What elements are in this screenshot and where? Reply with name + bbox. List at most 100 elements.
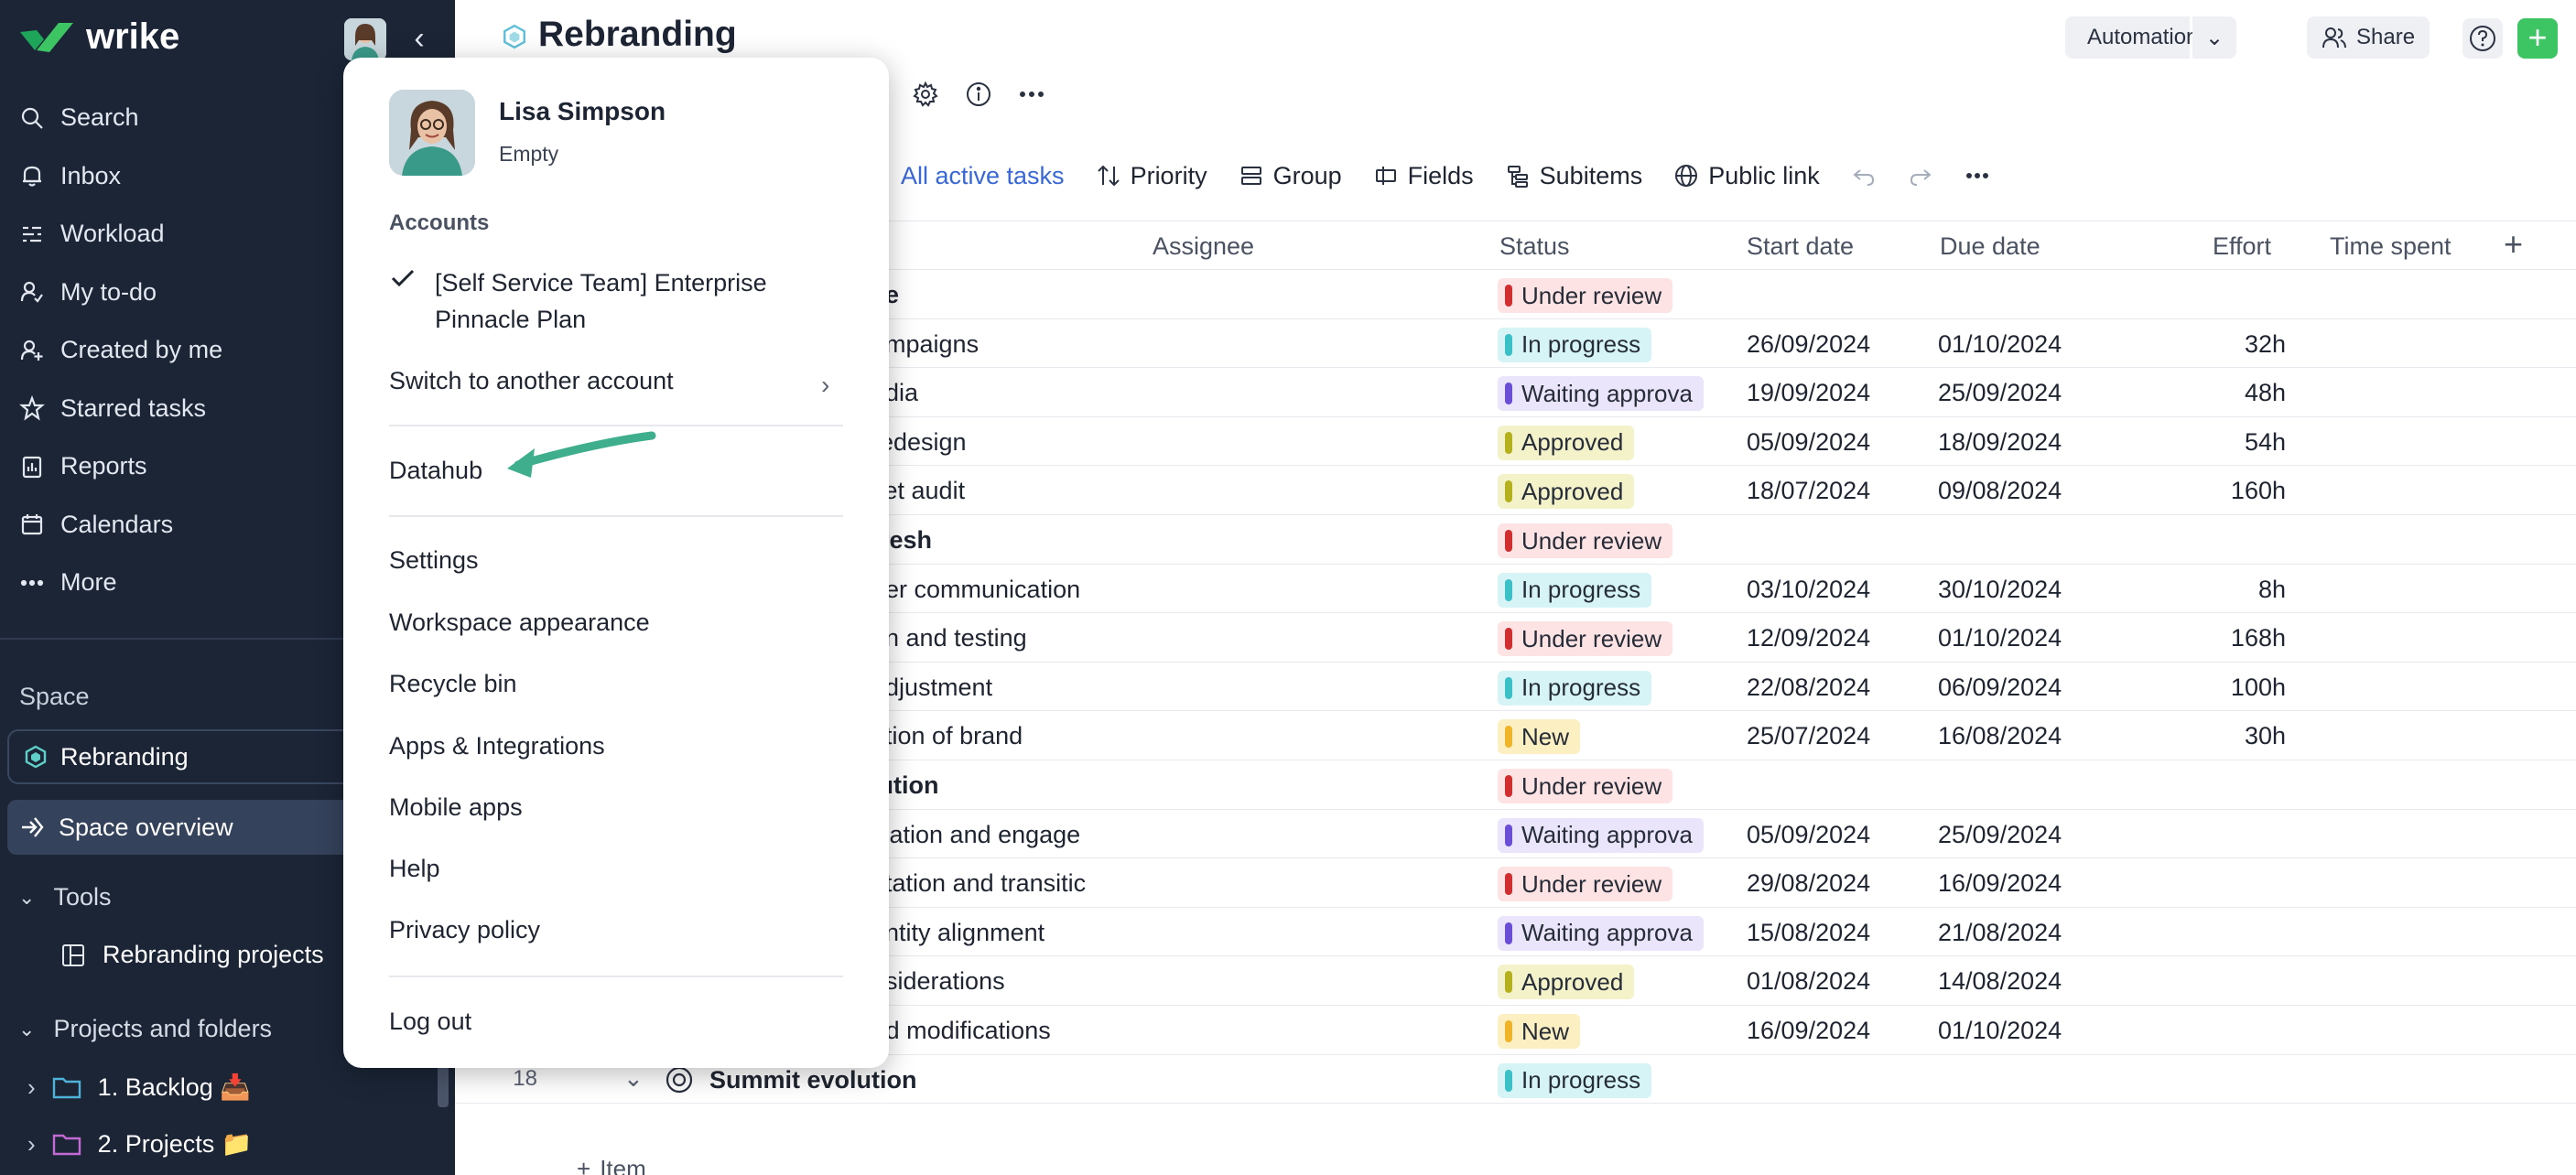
- status-badge[interactable]: Under review: [1498, 278, 1673, 313]
- start-date-cell[interactable]: 16/09/2024: [1747, 1017, 1870, 1045]
- collapse-sidebar-icon[interactable]: ‹: [405, 20, 434, 57]
- task-name[interactable]: ntation and transitic: [871, 869, 1086, 898]
- effort-cell[interactable]: 54h: [2148, 428, 2286, 457]
- add-item-button[interactable]: + Item: [577, 1155, 646, 1175]
- task-name[interactable]: ication and engage: [871, 821, 1080, 849]
- column-header-effort[interactable]: Effort: [2213, 232, 2271, 261]
- status-badge[interactable]: In progress: [1498, 572, 1652, 608]
- add-column-icon[interactable]: +: [2504, 225, 2523, 264]
- effort-cell[interactable]: 30h: [2148, 722, 2286, 750]
- due-date-cell[interactable]: 06/09/2024: [1938, 674, 2062, 702]
- due-date-cell[interactable]: 01/10/2024: [1938, 330, 2062, 359]
- group-button[interactable]: Group: [1239, 162, 1342, 190]
- task-name[interactable]: Summit evolution: [709, 1066, 917, 1094]
- effort-cell[interactable]: 32h: [2148, 330, 2286, 359]
- due-date-cell[interactable]: 16/08/2024: [1938, 722, 2062, 750]
- wrike-logo[interactable]: wrike: [18, 16, 179, 58]
- start-date-cell[interactable]: 15/08/2024: [1747, 919, 1870, 947]
- status-badge[interactable]: Under review: [1498, 523, 1673, 558]
- settings-item[interactable]: Settings: [389, 546, 479, 575]
- fields-button[interactable]: Fields: [1373, 162, 1474, 190]
- status-badge[interactable]: Approved: [1498, 474, 1635, 510]
- effort-cell[interactable]: 8h: [2148, 576, 2286, 604]
- logout-item[interactable]: Log out: [389, 1008, 471, 1036]
- chevron-down-icon[interactable]: ⌄: [623, 1064, 644, 1093]
- recycle-bin-item[interactable]: Recycle bin: [389, 670, 517, 698]
- status-badge[interactable]: In progress: [1498, 1062, 1652, 1098]
- priority-button[interactable]: Priority: [1096, 162, 1207, 190]
- column-header-status[interactable]: Status: [1499, 232, 1570, 261]
- effort-cell[interactable]: 160h: [2148, 477, 2286, 505]
- apps-integrations-item[interactable]: Apps & Integrations: [389, 732, 605, 760]
- status-badge[interactable]: Waiting approva: [1498, 915, 1704, 951]
- redo-button[interactable]: [1908, 163, 1933, 189]
- due-date-cell[interactable]: 14/08/2024: [1938, 967, 2062, 996]
- column-header-due-date[interactable]: Due date: [1940, 232, 2040, 261]
- start-date-cell[interactable]: 01/08/2024: [1747, 967, 1870, 996]
- public-link-button[interactable]: Public link: [1673, 162, 1820, 190]
- status-badge[interactable]: Waiting approva: [1498, 817, 1704, 853]
- tool-item-rebranding-projects[interactable]: Rebranding projects: [60, 941, 324, 969]
- task-name[interactable]: on and testing: [871, 624, 1027, 652]
- due-date-cell[interactable]: 18/09/2024: [1938, 428, 2062, 457]
- help-button[interactable]: [2462, 18, 2503, 59]
- due-date-cell[interactable]: 16/09/2024: [1938, 869, 2062, 898]
- due-date-cell[interactable]: 25/09/2024: [1938, 821, 2062, 849]
- due-date-cell[interactable]: 30/10/2024: [1938, 576, 2062, 604]
- mobile-apps-item[interactable]: Mobile apps: [389, 793, 523, 822]
- task-name[interactable]: adjustment: [871, 674, 992, 702]
- effort-cell[interactable]: 168h: [2148, 624, 2286, 652]
- undo-button[interactable]: [1851, 163, 1877, 189]
- projects-section[interactable]: ⌄ Projects and folders: [18, 1015, 272, 1043]
- task-name[interactable]: nsiderations: [871, 967, 1005, 996]
- workspace-appearance-item[interactable]: Workspace appearance: [389, 609, 650, 637]
- status-badge[interactable]: Under review: [1498, 621, 1673, 657]
- task-name[interactable]: entity alignment: [871, 919, 1044, 947]
- start-date-cell[interactable]: 19/09/2024: [1747, 379, 1870, 407]
- folder-projects[interactable]: › 2. Projects 📁: [27, 1129, 252, 1159]
- filter-all-active-tasks[interactable]: All active tasks: [901, 162, 1065, 190]
- due-date-cell[interactable]: 01/10/2024: [1938, 1017, 2062, 1045]
- account-enterprise-plan[interactable]: [Self Service Team] Enterprise Pinnacle …: [435, 264, 819, 338]
- switch-account-item[interactable]: Switch to another account: [389, 367, 674, 395]
- more-icon[interactable]: [1018, 81, 1045, 108]
- status-badge[interactable]: Under review: [1498, 769, 1673, 803]
- tools-section[interactable]: ⌄ Tools: [18, 883, 111, 911]
- start-date-cell[interactable]: 03/10/2024: [1747, 576, 1870, 604]
- subitems-button[interactable]: Subitems: [1505, 162, 1642, 190]
- start-date-cell[interactable]: 05/09/2024: [1747, 821, 1870, 849]
- start-date-cell[interactable]: 25/07/2024: [1747, 722, 1870, 750]
- status-badge[interactable]: Under review: [1498, 867, 1673, 902]
- status-badge[interactable]: Approved: [1498, 425, 1635, 460]
- start-date-cell[interactable]: 05/09/2024: [1747, 428, 1870, 457]
- due-date-cell[interactable]: 01/10/2024: [1938, 624, 2062, 652]
- effort-cell[interactable]: 48h: [2148, 379, 2286, 407]
- task-name[interactable]: der communication: [871, 576, 1080, 604]
- task-name[interactable]: ation of brand: [871, 722, 1023, 750]
- create-new-button[interactable]: +: [2517, 18, 2558, 59]
- avatar[interactable]: [344, 18, 386, 60]
- toolbar-more-button[interactable]: [1964, 163, 1990, 189]
- privacy-policy-item[interactable]: Privacy policy: [389, 916, 540, 944]
- datahub-item[interactable]: Datahub: [389, 457, 482, 485]
- effort-cell[interactable]: 100h: [2148, 674, 2286, 702]
- status-badge[interactable]: Waiting approva: [1498, 376, 1704, 412]
- status-badge[interactable]: New: [1498, 1014, 1581, 1049]
- due-date-cell[interactable]: 21/08/2024: [1938, 919, 2062, 947]
- start-date-cell[interactable]: 29/08/2024: [1747, 869, 1870, 898]
- sidebar-scrollbar[interactable]: [438, 1062, 449, 1107]
- start-date-cell[interactable]: 12/09/2024: [1747, 624, 1870, 652]
- automation-dropdown-button[interactable]: ⌄: [2192, 16, 2236, 59]
- share-button[interactable]: Share: [2307, 16, 2430, 59]
- column-header-assignee[interactable]: Assignee: [1153, 232, 1254, 261]
- automation-button[interactable]: Automation: [2065, 16, 2198, 59]
- start-date-cell[interactable]: 26/09/2024: [1747, 330, 1870, 359]
- help-item[interactable]: Help: [389, 855, 440, 883]
- gear-icon[interactable]: [912, 81, 939, 108]
- folder-backlog[interactable]: › 1. Backlog 📥: [27, 1073, 251, 1102]
- info-icon[interactable]: [965, 81, 992, 108]
- column-header-start-date[interactable]: Start date: [1747, 232, 1854, 261]
- start-date-cell[interactable]: 22/08/2024: [1747, 674, 1870, 702]
- status-badge[interactable]: Approved: [1498, 965, 1635, 1000]
- column-header-time-spent[interactable]: Time spent: [2330, 232, 2452, 261]
